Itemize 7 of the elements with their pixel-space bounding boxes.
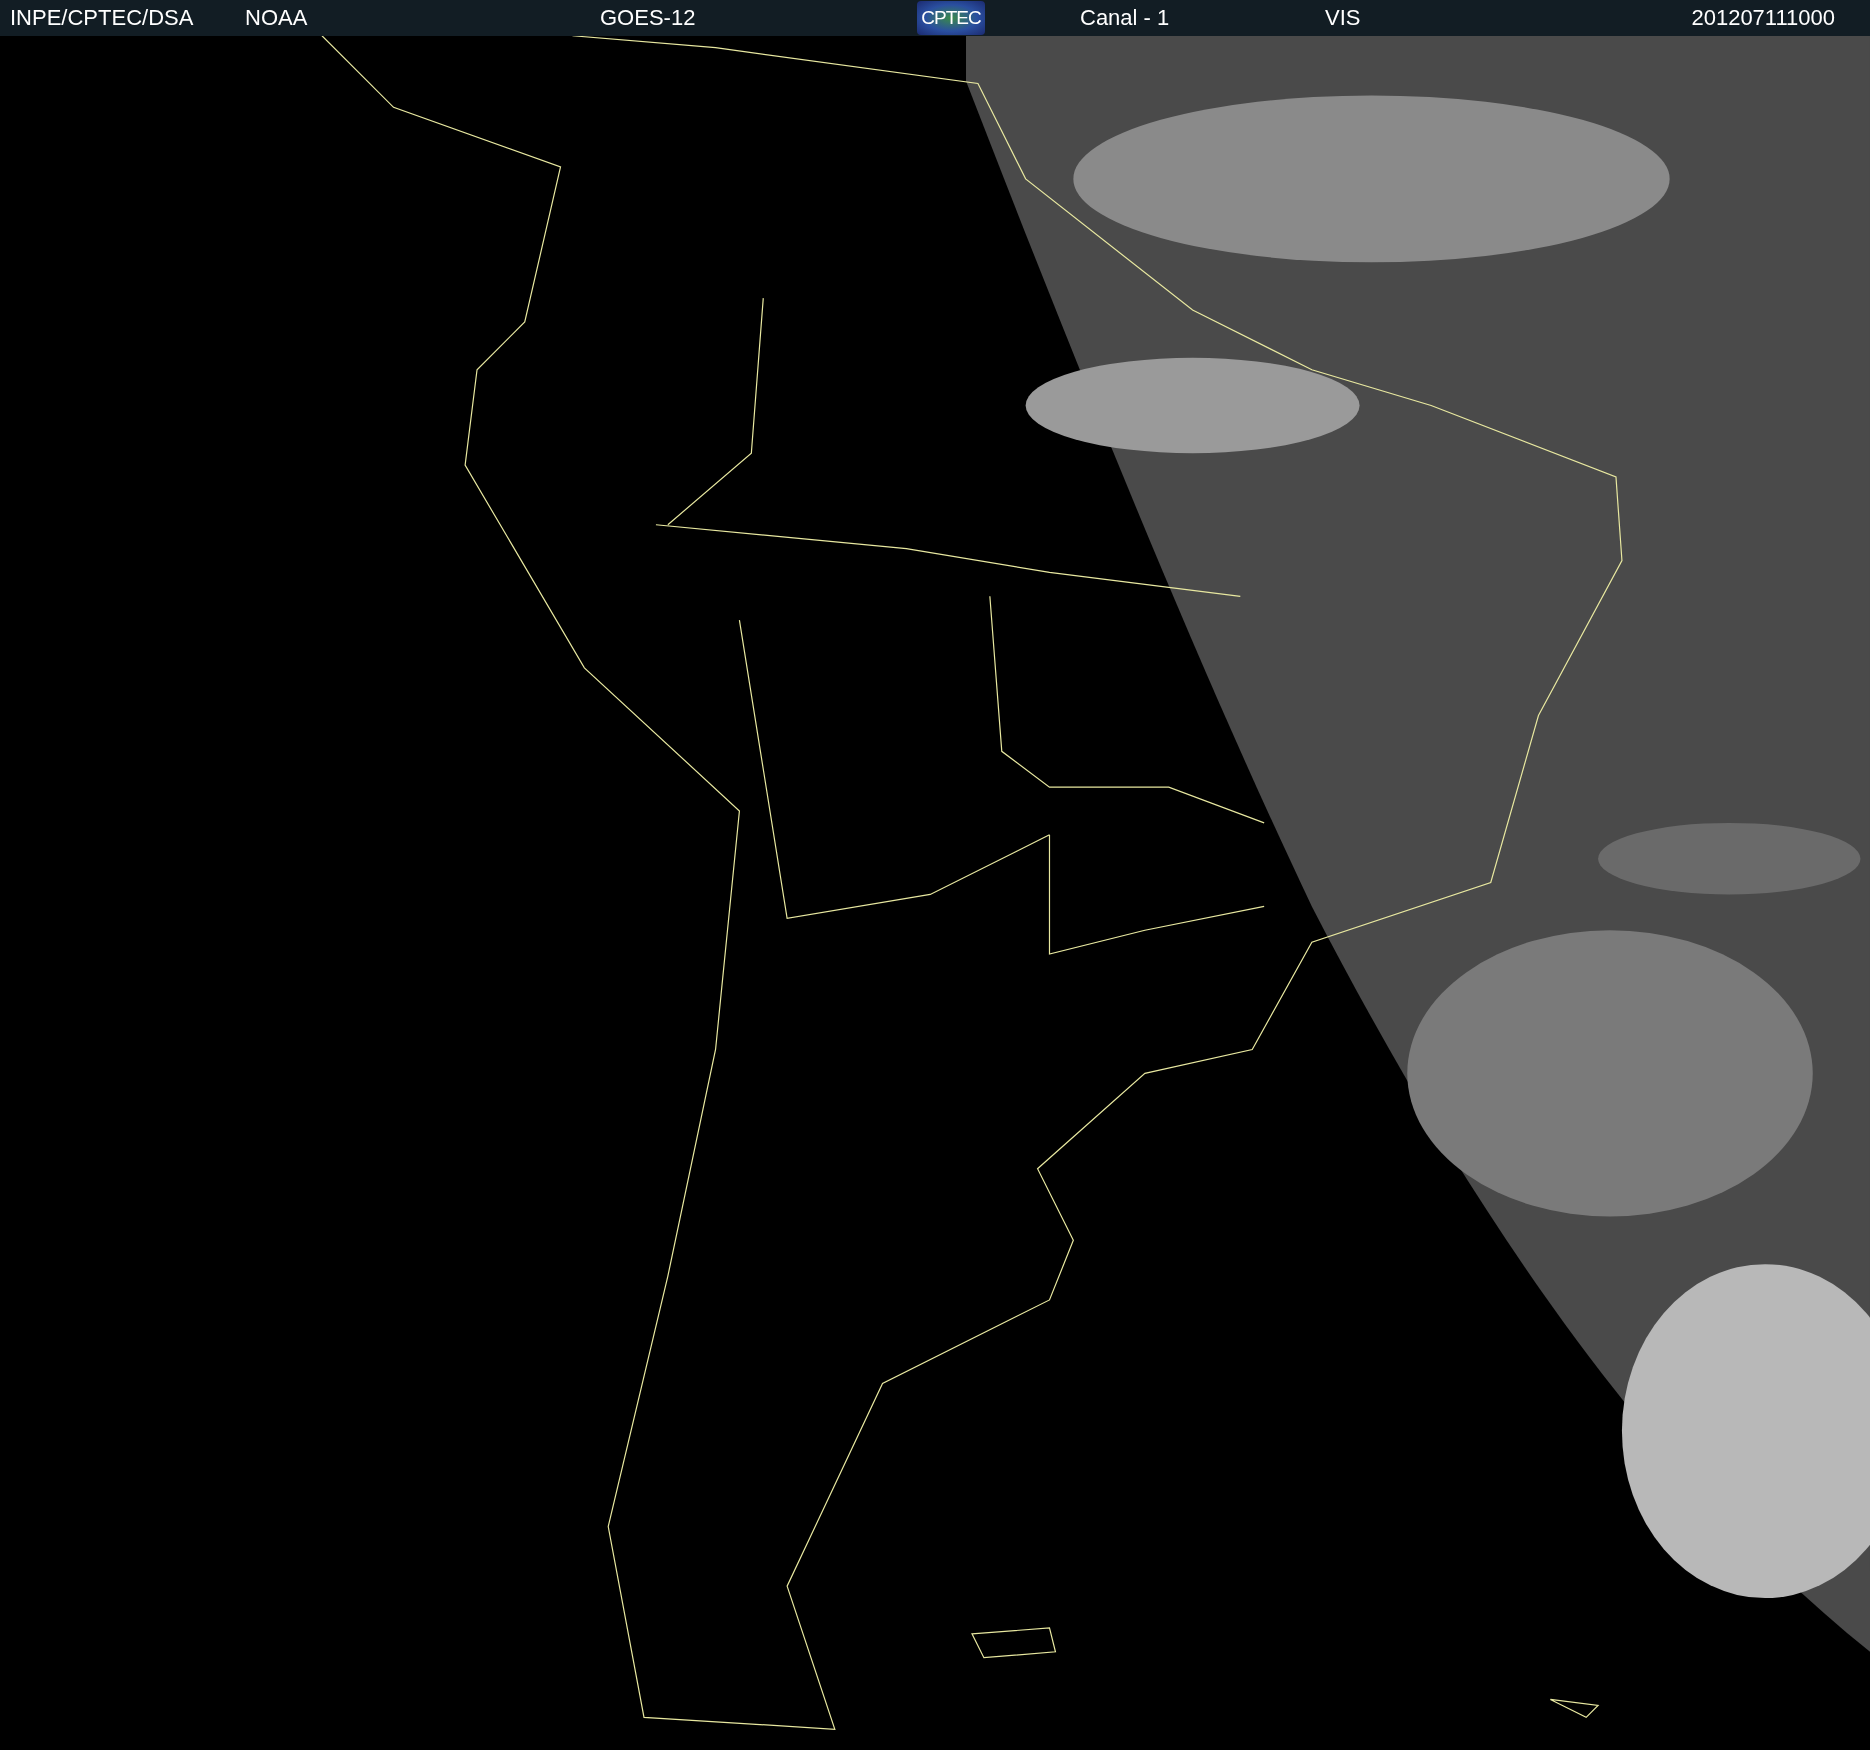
band-label: VIS xyxy=(1325,5,1362,31)
channel-label: Canal - 1 xyxy=(1080,5,1171,31)
agency-label: NOAA xyxy=(245,5,309,31)
source-label: INPE/CPTEC/DSA xyxy=(10,5,195,31)
satellite-label: GOES-12 xyxy=(600,5,697,31)
timestamp-label: 201207111000 xyxy=(1691,5,1835,31)
logo: CPTEC xyxy=(917,1,985,35)
